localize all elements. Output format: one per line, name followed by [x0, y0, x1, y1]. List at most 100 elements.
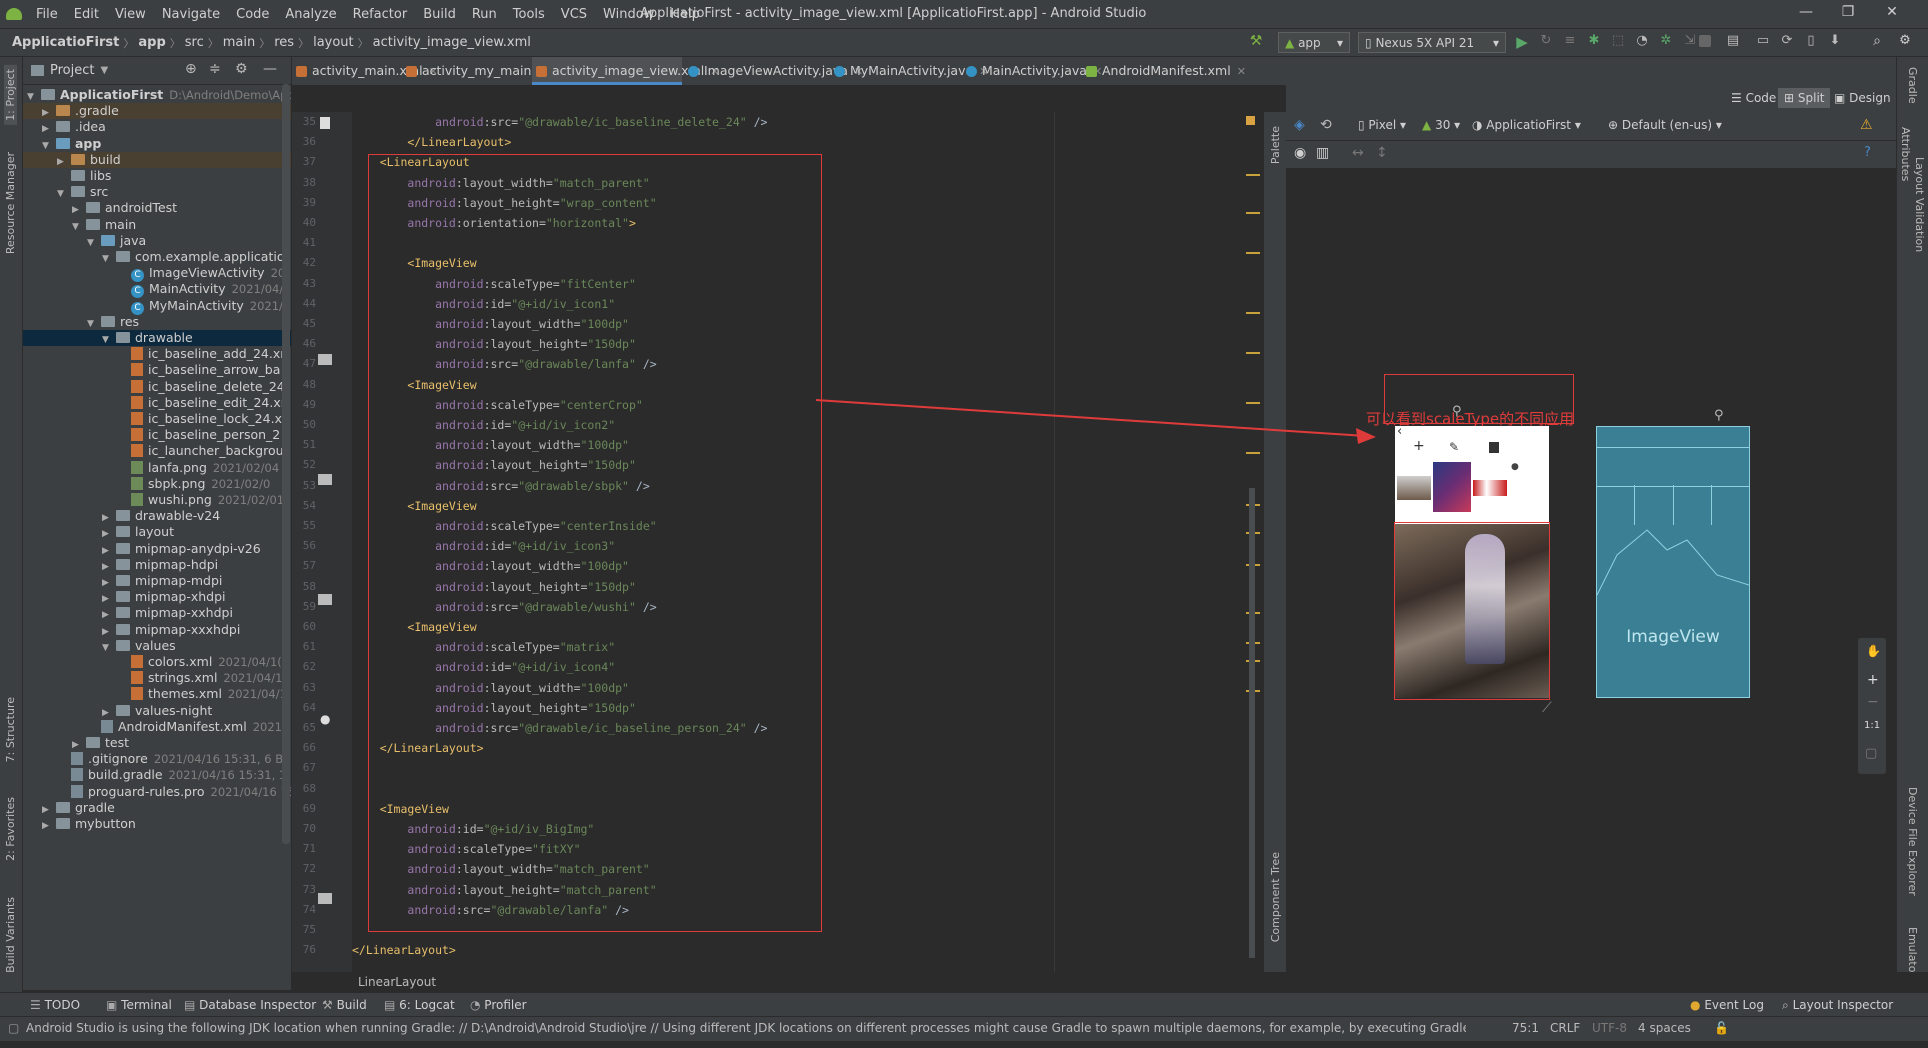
debug-icon[interactable]: ✱: [1585, 33, 1603, 51]
blueprint-toggle-icon[interactable]: ▥: [1316, 145, 1329, 161]
device-select[interactable]: ▯ Nexus 5X API 21 ▾: [1358, 32, 1506, 53]
warning-mark[interactable]: [1246, 252, 1260, 254]
settings-icon[interactable]: ⚙: [1896, 33, 1914, 51]
warning-mark[interactable]: [1246, 174, 1260, 176]
project-view-select[interactable]: Project: [50, 63, 94, 78]
attach-icon[interactable]: ⇲: [1681, 33, 1699, 51]
pin-icon[interactable]: ⚲: [1452, 404, 1462, 419]
warning-mark[interactable]: [1246, 452, 1260, 454]
zoom-fit-icon[interactable]: ▢: [1865, 746, 1877, 761]
tree-item[interactable]: AndroidManifest.xml 2021/(: [23, 719, 291, 735]
pan-icon[interactable]: ✋: [1866, 644, 1881, 658]
avd-manager-icon[interactable]: ▯: [1802, 33, 1820, 51]
status-icon[interactable]: ▢: [8, 1021, 19, 1035]
component-tree-tool-button[interactable]: Component Tree: [1269, 852, 1282, 942]
tree-item[interactable]: ▶ mipmap-mdpi: [23, 573, 291, 589]
tree-item[interactable]: ic_baseline_person_2: [23, 427, 291, 443]
indent-setting[interactable]: 4 spaces: [1638, 1021, 1691, 1035]
zoom-in-icon[interactable]: +: [1867, 672, 1879, 688]
menu-item-navigate[interactable]: Navigate: [154, 7, 228, 22]
menu-item-file[interactable]: File: [28, 7, 66, 22]
sync-gradle-icon[interactable]: ⟳: [1778, 33, 1796, 51]
tree-item[interactable]: .gitignore 2021/04/16 15:31, 6 B: [23, 751, 291, 767]
tab-androidmanifest-xml[interactable]: AndroidManifest.xml ✕: [1082, 57, 1246, 85]
warning-mark[interactable]: [1246, 402, 1260, 404]
structure-tool-button[interactable]: 7: Structure: [4, 697, 17, 762]
tree-item[interactable]: ▶ mipmap-xxxhdpi: [23, 622, 291, 638]
gradle-tool-button[interactable]: Gradle: [1906, 67, 1919, 104]
tree-item[interactable]: ▼ com.example.applicatior: [23, 249, 291, 265]
tree-item[interactable]: colors.xml 2021/04/1(: [23, 654, 291, 670]
blueprint-preview[interactable]: ImageView: [1596, 426, 1750, 698]
zoom-out-icon[interactable]: −: [1867, 694, 1879, 710]
collapse-all-icon[interactable]: ≑: [209, 61, 221, 77]
tree-item[interactable]: ▼ src: [23, 184, 291, 200]
tree-item[interactable]: proguard-rules.pro 2021/04/16 15: [23, 784, 291, 800]
menu-item-refactor[interactable]: Refactor: [345, 7, 416, 22]
lock-icon[interactable]: 🔓: [1714, 1021, 1729, 1035]
event-log-button[interactable]: ● Event Log: [1690, 998, 1764, 1012]
breadcrumb-item[interactable]: src: [181, 35, 208, 50]
tree-item[interactable]: ▼ ApplicatioFirst D:\Android\Demo\Appl: [23, 87, 291, 103]
project-tool-button[interactable]: 1: Project: [4, 65, 17, 125]
tab-activity-my-main-xml[interactable]: activity_my_main.xml✕: [402, 57, 574, 85]
breadcrumb-item[interactable]: res: [270, 35, 298, 50]
tree-item[interactable]: lanfa.png 2021/02/04: [23, 460, 291, 476]
device-preview-select[interactable]: ▯ Pixel ▾: [1358, 118, 1406, 132]
tree-item[interactable]: ic_launcher_backgrou: [23, 443, 291, 459]
gear-icon[interactable]: ⚙: [235, 61, 248, 77]
apply-code-changes-icon[interactable]: ≡: [1561, 33, 1579, 51]
restore-icon[interactable]: ❐: [1832, 4, 1864, 24]
tree-scrollbar[interactable]: [282, 84, 290, 844]
warning-mark[interactable]: [1246, 212, 1260, 214]
tree-item[interactable]: wushi.png 2021/02/01: [23, 492, 291, 508]
menu-item-run[interactable]: Run: [464, 7, 505, 22]
warning-icon[interactable]: ⚠: [1860, 117, 1873, 133]
tree-item[interactable]: ▶ .gradle: [23, 103, 291, 120]
help-icon[interactable]: ?: [1864, 145, 1871, 160]
theme-select[interactable]: ◑ ApplicatioFirst ▾: [1472, 118, 1581, 132]
tree-item[interactable]: ▶ drawable-v24: [23, 508, 291, 524]
tree-item[interactable]: ▶ androidTest: [23, 200, 291, 216]
resize-handle-icon[interactable]: ⟋: [1542, 700, 1552, 716]
phone-preview[interactable]: ‹ + ✎ ●: [1394, 424, 1550, 700]
eye-icon[interactable]: ◉: [1294, 145, 1306, 161]
tool-window-build[interactable]: ⚒ Build: [322, 998, 367, 1012]
layout-validation-tool-button[interactable]: Layout Validation: [1913, 157, 1926, 252]
tab-mymainactivity-java[interactable]: MyMainActivity.java ✕: [830, 57, 988, 85]
run-config-select[interactable]: ▲ app ▾: [1278, 32, 1350, 53]
warning-mark[interactable]: [1246, 352, 1260, 354]
tree-item[interactable]: ic_baseline_arrow_ba: [23, 362, 291, 378]
design-mode-button[interactable]: ▣ Design: [1834, 91, 1891, 105]
orientation-icon[interactable]: ⟲: [1320, 117, 1332, 133]
coverage-icon[interactable]: ✲: [1657, 33, 1675, 51]
scroll-thumb[interactable]: [1249, 488, 1255, 958]
layout-inspector-button[interactable]: ⌕ Layout Inspector: [1782, 998, 1893, 1013]
locate-icon[interactable]: ⊕: [185, 61, 197, 77]
emulator-tool-button[interactable]: Emulator: [1906, 927, 1919, 977]
layout-icon[interactable]: ▭: [1754, 33, 1772, 51]
apply-changes-icon[interactable]: ↻: [1537, 33, 1555, 51]
design-canvas[interactable]: 可以看到scaleType的不同应用 ‹ + ✎ ● ImageView ⚲ ⚲…: [815, 168, 1896, 990]
minimize-icon[interactable]: —: [1790, 4, 1822, 24]
menu-item-code[interactable]: Code: [228, 7, 277, 22]
project-structure-icon[interactable]: ▤: [1724, 33, 1742, 51]
api-level-select[interactable]: ▲ 30 ▾: [1422, 118, 1460, 132]
tree-item[interactable]: ▶ gradle: [23, 800, 291, 816]
profile-icon[interactable]: ◔: [1633, 33, 1651, 51]
favorites-tool-button[interactable]: 2: Favorites: [4, 797, 17, 861]
resource-manager-tool-button[interactable]: Resource Manager: [4, 152, 17, 254]
tree-item[interactable]: ▶ values-night: [23, 703, 291, 719]
tree-item[interactable]: ▶ test: [23, 735, 291, 751]
menu-item-tools[interactable]: Tools: [505, 7, 553, 22]
sdk-manager-icon[interactable]: ⬇: [1826, 33, 1844, 51]
file-encoding[interactable]: UTF-8: [1592, 1021, 1627, 1035]
tree-item[interactable]: strings.xml 2021/04/1: [23, 670, 291, 686]
warning-indicator-icon[interactable]: [1246, 116, 1255, 125]
menu-item-view[interactable]: View: [107, 7, 154, 22]
tool-window-database-inspector[interactable]: ▤ Database Inspector: [184, 998, 316, 1012]
search-icon[interactable]: ⌕: [1868, 33, 1886, 51]
tab-mainactivity-java[interactable]: MainActivity.java ✕: [962, 57, 1102, 85]
tree-item[interactable]: ▼ java: [23, 233, 291, 249]
tree-item[interactable]: ic_baseline_add_24.xn: [23, 346, 291, 362]
